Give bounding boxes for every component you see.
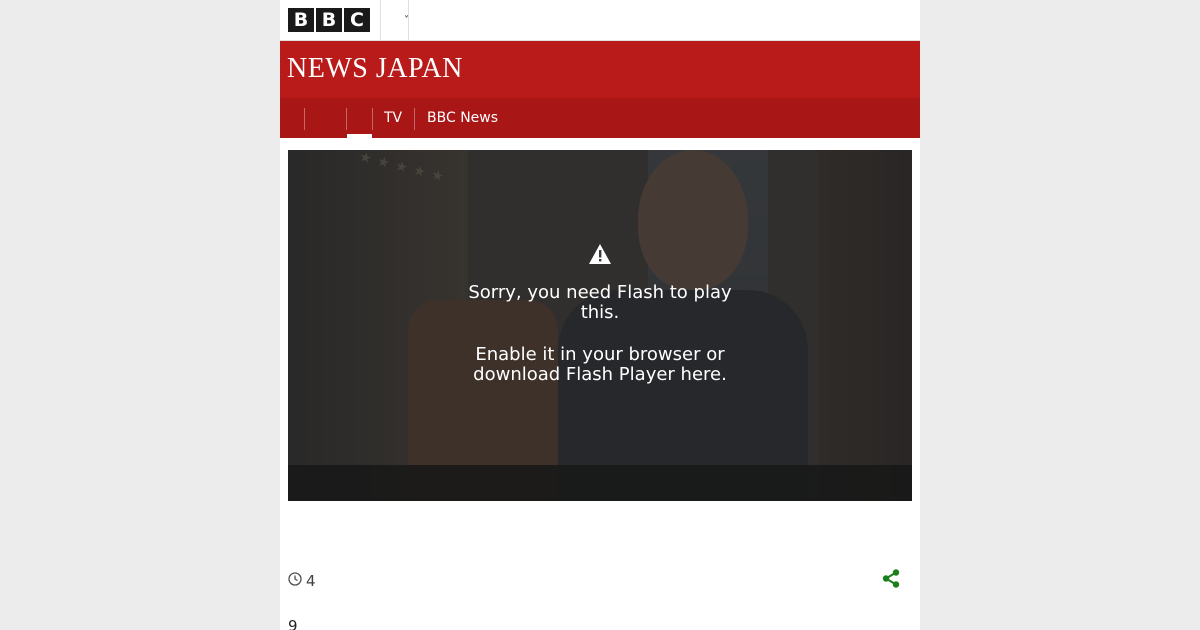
video-overlay (288, 150, 912, 501)
video-player[interactable]: ★★★★★ Sorry, you need Flash to play this… (288, 150, 912, 501)
masthead: NEWS JAPAN (280, 41, 920, 98)
nav-item-bbc-news[interactable]: BBC News (427, 98, 498, 138)
nav-item-label: BBC News (427, 110, 499, 126)
more-menu-button[interactable]: ˅ (381, 0, 409, 40)
page: B B C ˅ NEWS JAPAN TV BBC News ★★★★★ (280, 0, 920, 630)
flash-required-message: Sorry, you need Flash to play this. (468, 282, 732, 323)
masthead-title-light: JAPAN (375, 53, 463, 84)
nav-item-tv[interactable]: TV (384, 98, 402, 138)
bbc-logo-letter: C (344, 8, 370, 32)
timestamp: 4 (306, 572, 316, 590)
share-icon[interactable] (882, 569, 900, 588)
nav-item-label: TV (384, 110, 403, 126)
nav-active-indicator (347, 134, 372, 138)
warning-icon (589, 244, 611, 264)
bbc-logo-letter: B (288, 8, 314, 32)
nav-item-2[interactable] (347, 98, 372, 138)
divider (408, 0, 409, 40)
nav-divider (372, 108, 373, 130)
nav-divider (414, 108, 415, 130)
bbc-logo-letter: B (316, 8, 342, 32)
news-japan-logo[interactable]: NEWS JAPAN (287, 55, 463, 83)
masthead-title-bold: NEWS (287, 53, 369, 84)
article-body-text: 9 (288, 617, 298, 630)
top-bar: B B C ˅ (280, 0, 920, 41)
bbc-logo[interactable]: B B C (288, 8, 370, 32)
video-control-bar[interactable] (288, 465, 912, 501)
clock-icon (288, 572, 302, 586)
nav-item-1[interactable] (305, 98, 346, 138)
flash-enable-link[interactable]: Enable it in your browser or download Fl… (450, 345, 750, 385)
nav-bar: TV BBC News (280, 98, 920, 138)
